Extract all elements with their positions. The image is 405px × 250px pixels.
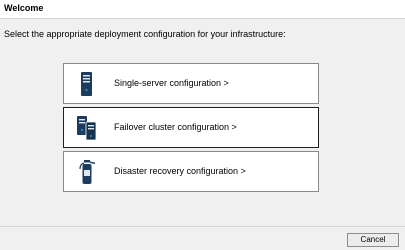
- option-disaster-recovery[interactable]: Disaster recovery configuration >: [63, 151, 319, 192]
- cluster-servers-icon: [75, 115, 99, 141]
- option-failover-cluster[interactable]: Failover cluster configuration >: [63, 107, 319, 148]
- cancel-button[interactable]: Cancel: [347, 233, 399, 247]
- instructions-text: Select the appropriate deployment config…: [4, 29, 286, 39]
- option-label: Single-server configuration >: [114, 78, 229, 88]
- header-bar: Welcome: [0, 0, 405, 19]
- page-title: Welcome: [4, 3, 44, 13]
- option-label: Disaster recovery configuration >: [114, 166, 246, 176]
- fire-extinguisher-icon: [75, 159, 99, 185]
- option-single-server[interactable]: Single-server configuration >: [63, 63, 319, 104]
- option-label: Failover cluster configuration >: [114, 122, 237, 132]
- server-tower-icon: [75, 71, 99, 97]
- footer-divider: [0, 226, 405, 227]
